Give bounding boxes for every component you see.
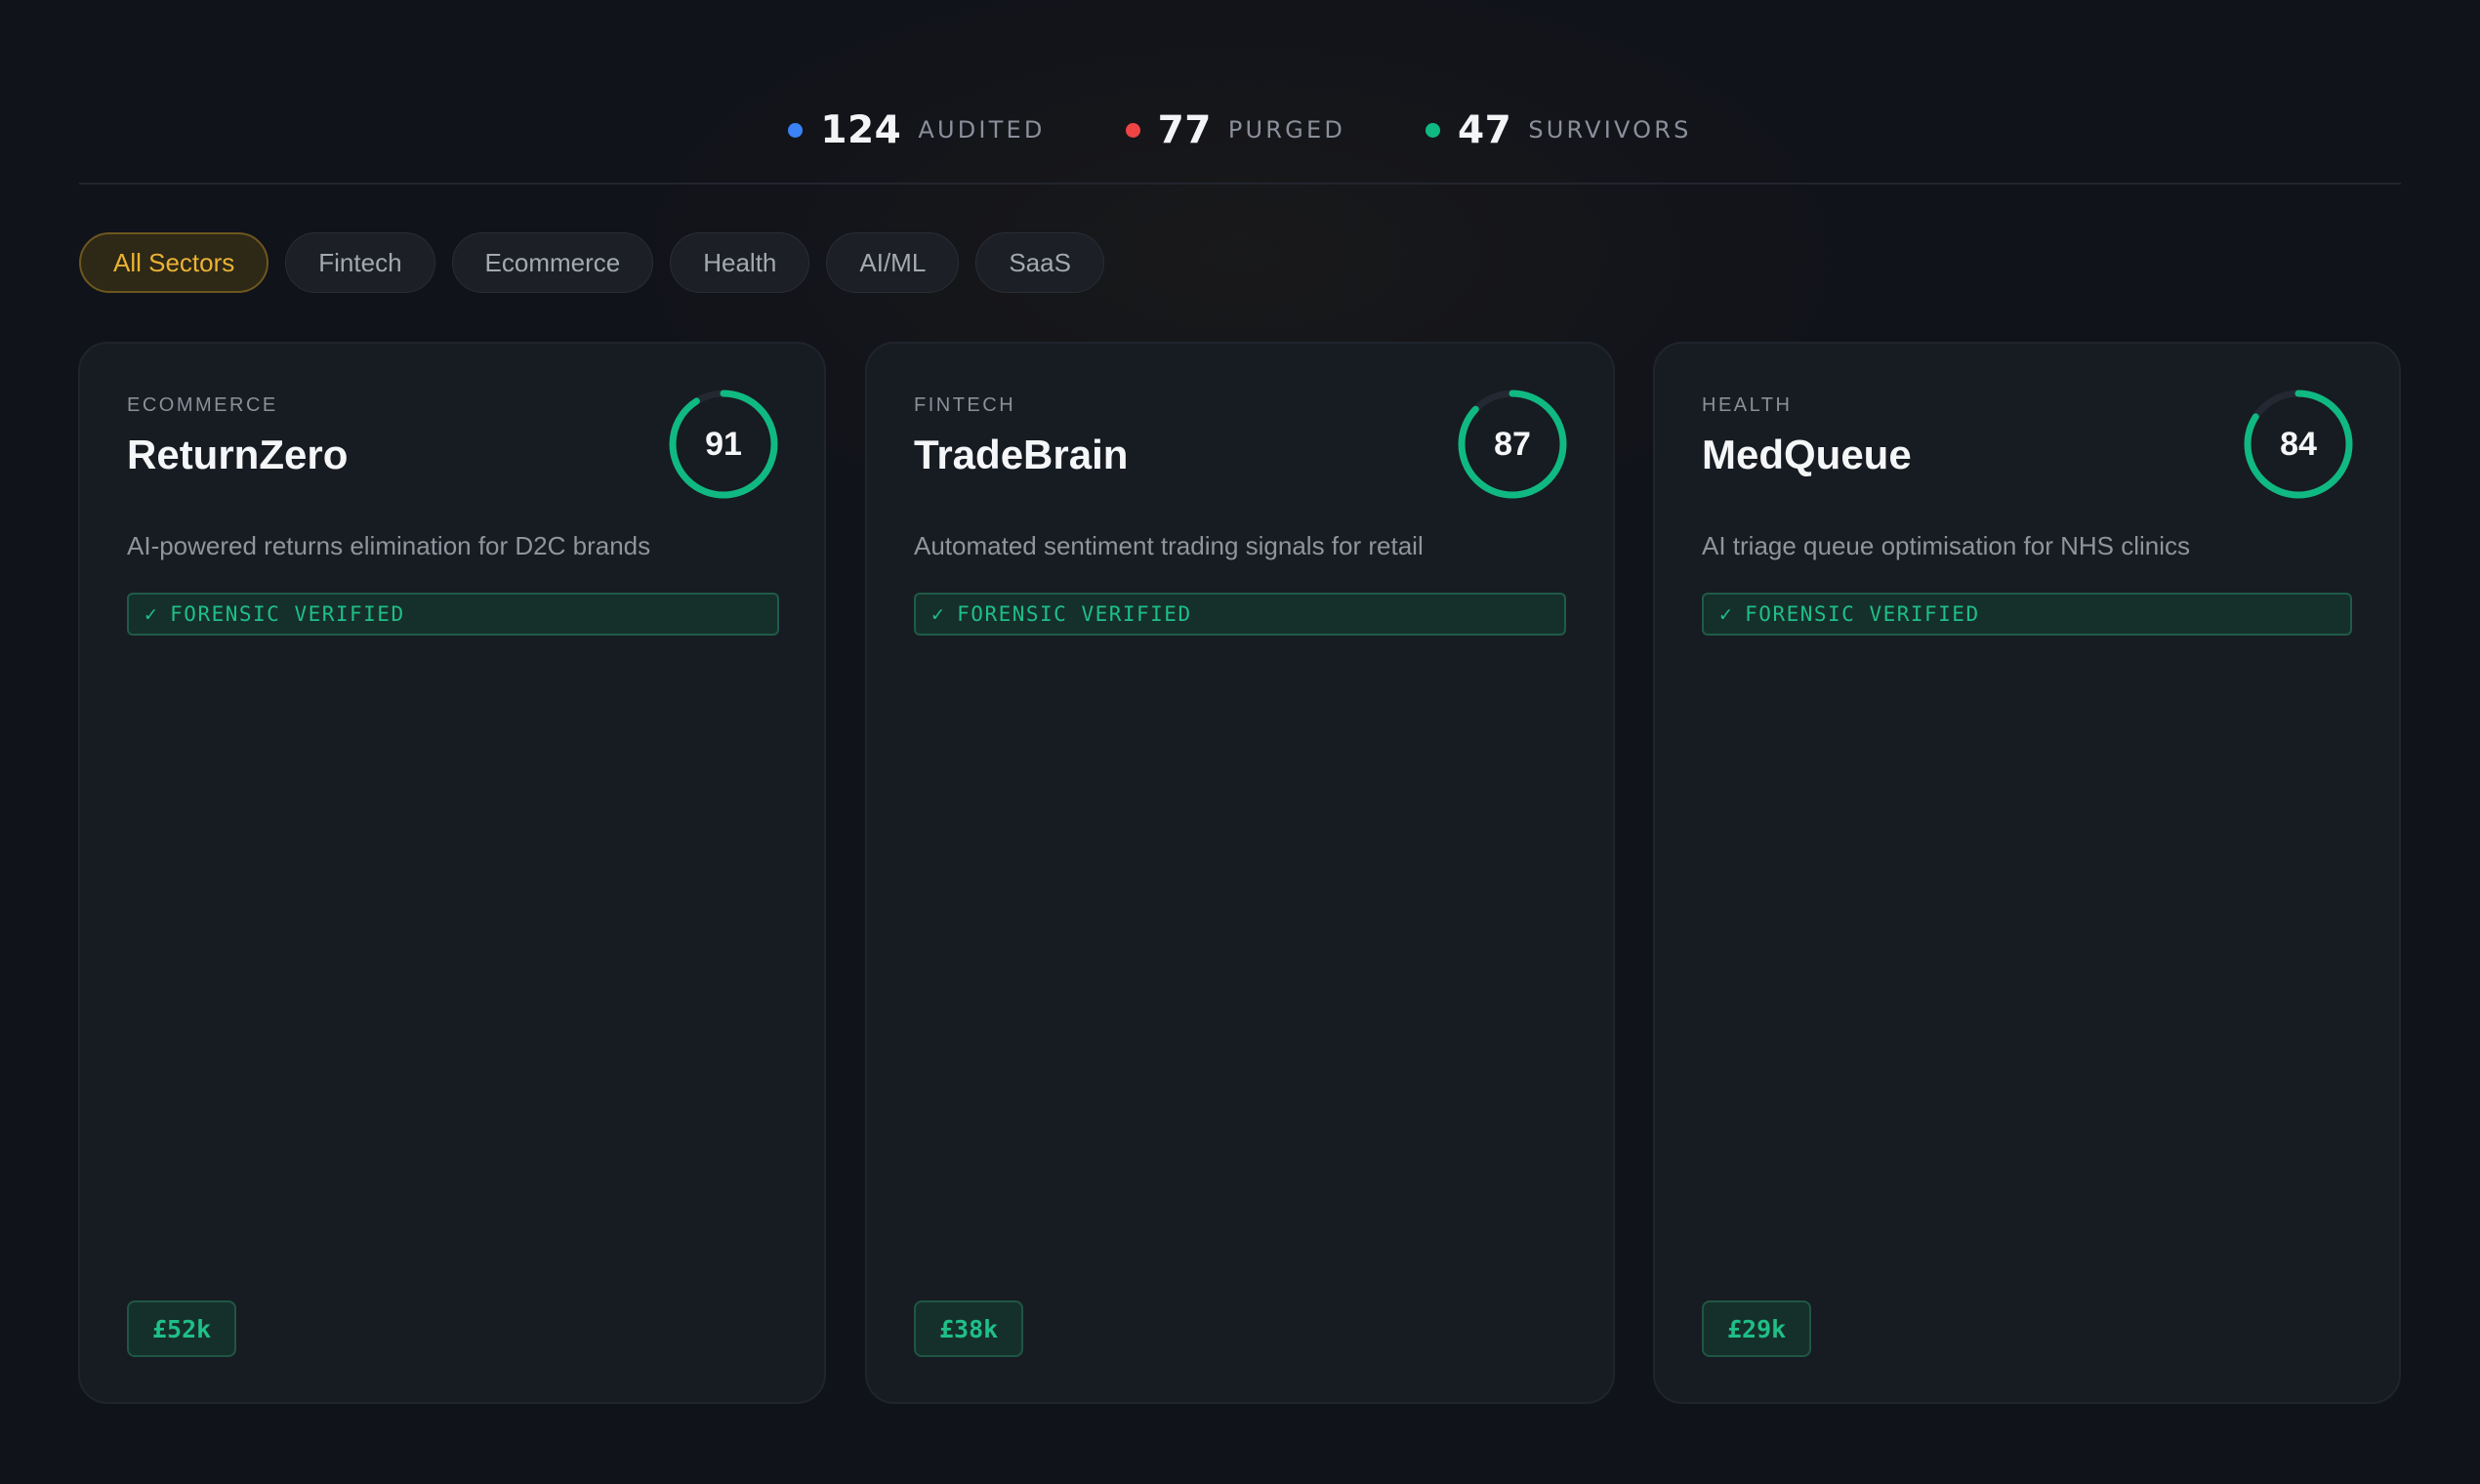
status-dot	[788, 122, 804, 138]
stat-label: SURVIVORS	[1528, 116, 1692, 144]
card-title: MedQueue	[1702, 432, 1912, 477]
filter-ecommerce[interactable]: Ecommerce	[451, 232, 654, 293]
check-icon: ✓	[1719, 602, 1734, 626]
stat-value: 47	[1458, 107, 1512, 152]
card-sector: HEALTH	[1702, 394, 1793, 416]
badge-label: FORENSIC VERIFIED	[957, 602, 1192, 626]
score-value: 84	[2280, 425, 2317, 463]
filter-health[interactable]: Health	[670, 232, 810, 293]
price-tag: £29k	[1702, 1300, 1812, 1357]
startup-card[interactable]: HEALTH MedQueue 84 AI triage queue optim…	[1653, 342, 2401, 1404]
filter-ai-ml[interactable]: AI/ML	[826, 232, 960, 293]
card-description: AI triage queue optimisation for NHS cli…	[1702, 531, 2191, 560]
startup-card[interactable]: FINTECH TradeBrain 87 Automated sentimen…	[865, 342, 1615, 1404]
badge-label: FORENSIC VERIFIED	[170, 602, 405, 626]
check-icon: ✓	[145, 602, 159, 626]
stat-value: 124	[820, 107, 902, 152]
divider	[79, 183, 2401, 185]
status-dot	[1125, 122, 1140, 138]
filter-saas[interactable]: SaaS	[975, 232, 1104, 293]
filter-fintech[interactable]: Fintech	[285, 232, 435, 293]
stat-label: PURGED	[1227, 116, 1346, 144]
score-value: 91	[705, 425, 742, 463]
card-description: AI-powered returns elimination for D2C b…	[127, 531, 651, 560]
card-title: ReturnZero	[127, 432, 349, 477]
stat-value: 77	[1157, 107, 1212, 152]
card-sector: FINTECH	[914, 394, 1016, 416]
startup-card[interactable]: ECOMMERCE ReturnZero 91 AI-powered retur…	[78, 342, 826, 1404]
check-icon: ✓	[931, 602, 946, 626]
price-tag: £38k	[914, 1300, 1024, 1357]
sector-filters: All Sectors Fintech Ecommerce Health AI/…	[79, 232, 1104, 295]
card-sector: ECOMMERCE	[127, 394, 278, 416]
stat-label: AUDITED	[918, 116, 1046, 144]
filter-all-sectors[interactable]: All Sectors	[79, 232, 269, 293]
stats-bar: 124 AUDITED 77 PURGED 47 SURVIVORS	[0, 98, 2480, 162]
card-description: Automated sentiment trading signals for …	[914, 531, 1424, 560]
verified-badge: ✓ FORENSIC VERIFIED	[127, 593, 779, 636]
price-tag: £52k	[127, 1300, 237, 1357]
score-ring: 84	[2243, 389, 2354, 500]
verified-badge: ✓ FORENSIC VERIFIED	[1702, 593, 2352, 636]
stat-survivors: 47 SURVIVORS	[1426, 108, 1692, 152]
score-value: 87	[1494, 425, 1531, 463]
score-ring: 91	[668, 389, 779, 500]
card-title: TradeBrain	[914, 432, 1129, 477]
stat-audited: 124 AUDITED	[788, 108, 1045, 152]
badge-label: FORENSIC VERIFIED	[1745, 602, 1980, 626]
status-dot	[1426, 122, 1441, 138]
score-ring: 87	[1457, 389, 1568, 500]
verified-badge: ✓ FORENSIC VERIFIED	[914, 593, 1566, 636]
stat-purged: 77 PURGED	[1125, 107, 1346, 152]
